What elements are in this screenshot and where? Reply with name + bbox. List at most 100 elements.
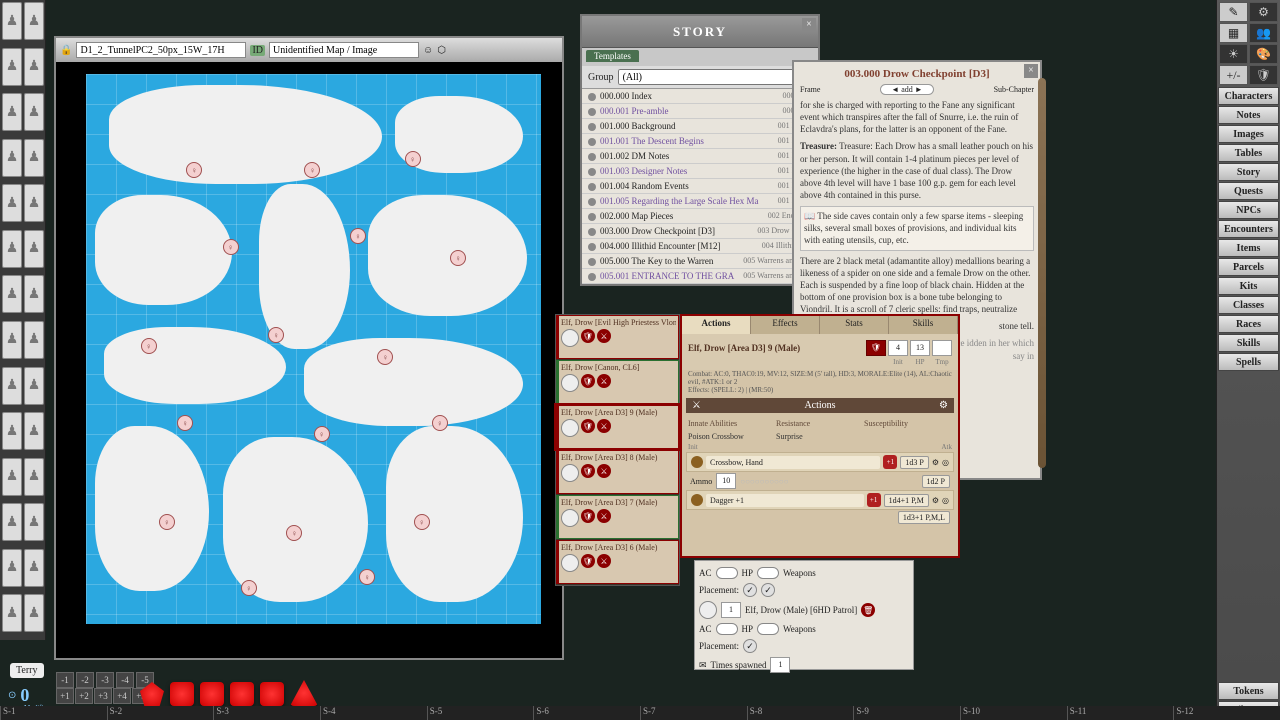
pawn-slot[interactable]: ♟ [2,594,22,632]
npc-count[interactable]: 1 [721,602,741,618]
ruler-tick[interactable]: S-2 [107,706,214,720]
map-token[interactable]: ♀ [241,580,257,596]
ruler-tick[interactable]: S-6 [533,706,640,720]
tab-kits[interactable]: Kits [1218,277,1279,295]
story-entry[interactable]: 001.003 Designer Notes001 Backg [582,164,818,179]
die-d8[interactable] [230,682,254,706]
pawn-slot[interactable]: ♟ [24,139,44,177]
hp-value[interactable]: 13 [910,340,930,356]
npc-tab-effects[interactable]: Effects [751,316,820,334]
pawn-slot[interactable]: ♟ [2,230,22,268]
story-entry[interactable]: 000.001 Pre-amble000 Intro [582,104,818,119]
gear-icon[interactable]: ⚙ [939,400,948,411]
damage-button[interactable]: 1d2 P [922,475,950,488]
init-value[interactable]: 4 [888,340,908,356]
pawn-slot[interactable]: ♟ [2,48,22,86]
tab-images[interactable]: Images [1218,125,1279,143]
ruler-tick[interactable]: S-3 [213,706,320,720]
group-select[interactable]: (All) [618,69,812,85]
hp-toggle[interactable] [757,567,779,579]
pawn-slot[interactable]: ♟ [2,275,22,313]
calendar-icon[interactable]: ▦ [1219,23,1248,43]
pawn-slot[interactable]: ♟ [2,503,22,541]
mod-button[interactable]: +1 [56,688,74,704]
tab-parcels[interactable]: Parcels [1218,258,1279,276]
tab-npcs[interactable]: NPCs [1218,201,1279,219]
ac-toggle[interactable] [716,623,738,635]
hp-toggle[interactable] [757,623,779,635]
story-entry[interactable]: 000.000 Index000 Intro [582,89,818,104]
die-d10[interactable] [200,682,224,706]
mod-button[interactable]: -1 [56,672,74,688]
map-titlebar[interactable]: 🔒 ID ☺ ⬡ [56,38,562,62]
lighting-icon[interactable]: ☀ [1219,44,1248,64]
spawn-count[interactable]: 1 [770,657,790,673]
map-token[interactable]: ♀ [223,239,239,255]
story-entry[interactable]: 001.002 DM Notes001 Backg [582,149,818,164]
tab-spells[interactable]: Spells [1218,353,1279,371]
map-window[interactable]: 🔒 ID ☺ ⬡ ♀ ♀ ♀ ♀ ♀ ♀ ♀ ♀ ♀ ♀ ♀ [54,36,564,660]
tab-characters[interactable]: Characters [1218,87,1279,105]
combat-tracker[interactable]: Elf, Drow [Evil High Priestess Vlon🛡⚔Elf… [555,314,680,586]
settings-icon[interactable]: ⚙ [1249,2,1278,22]
modifier-icon[interactable]: +/- [1219,65,1248,85]
map-token[interactable]: ♀ [450,250,466,266]
story-list[interactable]: 000.000 Index000 Intro000.001 Pre-amble0… [582,89,818,284]
map-token[interactable]: ♀ [268,327,284,343]
close-icon[interactable]: × [1024,64,1038,78]
mod-button[interactable]: -4 [116,672,134,688]
init-icon[interactable] [691,456,703,468]
damage-button[interactable]: 1d3+1 P,M,L [898,511,950,524]
atk-bonus[interactable]: +1 [867,493,881,507]
init-icon[interactable] [691,494,703,506]
story-entry[interactable]: 001.000 Background001 Backg [582,119,818,134]
pawn-slot[interactable]: ♟ [2,367,22,405]
npc-sheet[interactable]: Actions Effects Stats Skills Elf, Drow [… [680,314,960,558]
pawn-slot[interactable]: ♟ [24,2,44,40]
gear-icon[interactable]: ⚙ [932,496,939,505]
tracker-entry[interactable]: Elf, Drow [Area D3] 8 (Male)🛡⚔ [556,450,679,494]
map-token[interactable]: ♀ [314,426,330,442]
tmp-value[interactable] [932,340,952,356]
pawn-slot[interactable]: ♟ [2,458,22,496]
mod-button[interactable]: +2 [75,688,93,704]
damage-button[interactable]: 1d4+1 P,M [884,494,929,507]
die-d12[interactable] [170,682,194,706]
map-status-input[interactable] [269,42,419,58]
map-token[interactable]: ♀ [141,338,157,354]
story-entry[interactable]: 003.000 Drow Checkpoint [D3]003 Drow Che… [582,224,818,239]
tab-races[interactable]: Races [1218,315,1279,333]
story-entry[interactable]: 005.000 The Key to the Warren005 Warrens… [582,254,818,269]
id-icon[interactable]: ID [250,45,265,56]
tab-tables[interactable]: Tables [1218,144,1279,162]
die-d20[interactable] [140,682,164,706]
mod-button[interactable]: -3 [96,672,114,688]
tab-encounters[interactable]: Encounters [1218,220,1279,238]
pawn-slot[interactable]: ♟ [24,184,44,222]
tab-classes[interactable]: Classes [1218,296,1279,314]
map-canvas[interactable]: ♀ ♀ ♀ ♀ ♀ ♀ ♀ ♀ ♀ ♀ ♀ ♀ ♀ ♀ ♀ ♀ ♀ [56,62,562,658]
pawn-slot[interactable]: ♟ [2,321,22,359]
placement-check[interactable]: ✓ [743,639,757,653]
tab-tokens[interactable]: Tokens [1218,682,1279,700]
placement-check[interactable]: ✓ [743,583,757,597]
map-token[interactable]: ♀ [414,514,430,530]
pawn-slot[interactable]: ♟ [24,458,44,496]
pawn-slot[interactable]: ♟ [24,321,44,359]
weapon-row[interactable]: Dagger +1 +1 1d4+1 P,M ⚙ ◎ [686,490,954,510]
share-icon[interactable]: ⬡ [437,45,446,56]
story-entry[interactable]: 001.001 The Descent Begins001 Backg [582,134,818,149]
damage-button[interactable]: 1d3 P [900,456,928,469]
pawn-slot[interactable]: ♟ [24,549,44,587]
pawn-slot[interactable]: ♟ [24,503,44,541]
placement-panel[interactable]: AC HP Weapons Placement: ✓ ✓ 1 Elf, Drow… [694,560,914,670]
pawn-slot[interactable]: ♟ [24,230,44,268]
pawn-slot[interactable]: ♟ [2,139,22,177]
ruler-tick[interactable]: S-1 [0,706,107,720]
pawn-slot[interactable]: ♟ [2,2,22,40]
story-entry[interactable]: 004.000 Illithid Encounter [M12]004 Illi… [582,239,818,254]
story-entry[interactable]: 002.000 Map Pieces002 Encounte [582,209,818,224]
tab-quests[interactable]: Quests [1218,182,1279,200]
mod-button[interactable]: -2 [76,672,94,688]
mail-icon[interactable]: ✉ [699,660,707,671]
